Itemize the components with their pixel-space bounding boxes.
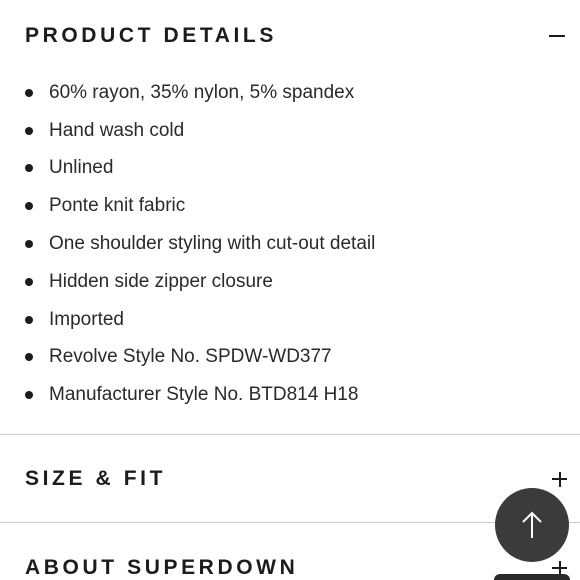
list-item-text: Unlined — [49, 157, 114, 179]
bullet-icon — [25, 240, 33, 249]
bullet-icon — [25, 164, 33, 173]
bullet-icon — [25, 126, 33, 135]
section-divider — [0, 522, 580, 523]
bullet-icon — [25, 353, 33, 362]
list-item-text: Hidden side zipper closure — [49, 270, 273, 292]
scroll-to-top-button[interactable] — [495, 488, 569, 562]
list-item: Ponte knit fabric — [25, 187, 565, 225]
list-item: Imported — [25, 301, 565, 339]
plus-icon[interactable] — [552, 471, 567, 487]
list-item-text: Ponte knit fabric — [49, 195, 186, 217]
list-item: One shoulder styling with cut-out detail — [25, 225, 565, 263]
product-accordion-page: PRODUCT DETAILS 60% rayon, 35% nylon, 5%… — [0, 0, 580, 580]
product-details-title: PRODUCT DETAILS — [25, 24, 277, 47]
list-item: Hand wash cold — [25, 112, 565, 150]
size-fit-header[interactable]: SIZE & FIT — [0, 459, 580, 499]
list-item-text: Manufacturer Style No. BTD814 H18 — [49, 384, 359, 406]
bullet-icon — [25, 277, 33, 286]
list-item-text: 60% rayon, 35% nylon, 5% spandex — [49, 81, 355, 103]
about-title: ABOUT SUPERDOWN — [25, 556, 299, 579]
list-item-text: One shoulder styling with cut-out detail — [49, 233, 376, 255]
arrow-up-icon — [522, 511, 542, 538]
bullet-icon — [25, 315, 33, 324]
list-item-text: Imported — [49, 308, 124, 330]
list-item-text: Hand wash cold — [49, 119, 185, 141]
bullet-icon — [25, 202, 33, 211]
list-item: Unlined — [25, 150, 565, 188]
section-divider — [0, 434, 580, 435]
list-item: Manufacturer Style No. BTD814 H18 — [25, 376, 565, 414]
product-details-header[interactable]: PRODUCT DETAILS — [0, 16, 580, 56]
chat-tab[interactable] — [494, 574, 570, 580]
product-details-list: 60% rayon, 35% nylon, 5% spandex Hand wa… — [25, 74, 565, 414]
bullet-icon — [25, 391, 33, 400]
bullet-icon — [25, 88, 33, 97]
about-header[interactable]: ABOUT SUPERDOWN — [0, 548, 580, 580]
list-item-text: Revolve Style No. SPDW-WD377 — [49, 346, 332, 368]
list-item: Revolve Style No. SPDW-WD377 — [25, 339, 565, 377]
size-fit-title: SIZE & FIT — [25, 467, 166, 490]
list-item: Hidden side zipper closure — [25, 263, 565, 301]
list-item: 60% rayon, 35% nylon, 5% spandex — [25, 74, 565, 112]
minus-icon[interactable] — [549, 35, 565, 37]
